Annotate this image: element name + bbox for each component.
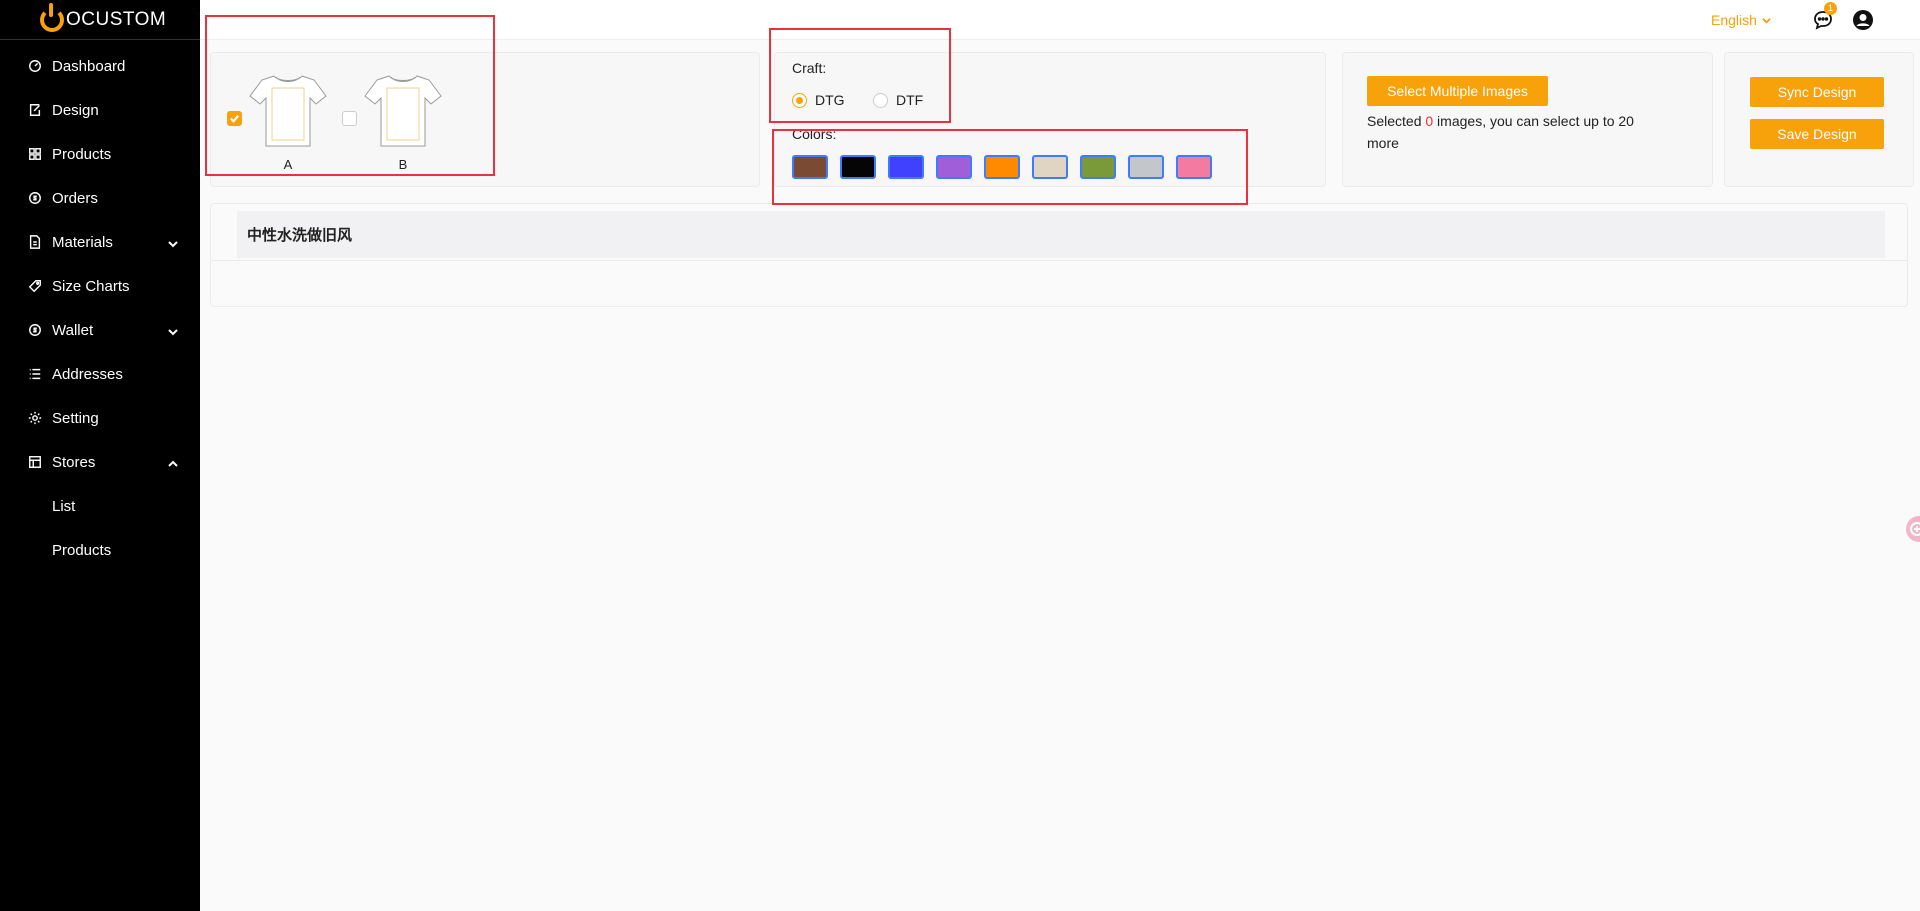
sidebar-item-setting[interactable]: Setting	[0, 396, 200, 440]
save-design-button[interactable]: Save Design	[1750, 119, 1884, 149]
gear-icon	[28, 411, 42, 425]
sidebar-item-label: Stores	[52, 453, 96, 471]
sidebar-item-addresses[interactable]: Addresses	[0, 352, 200, 396]
colors-label: Colors:	[792, 126, 837, 142]
color-swatch[interactable]	[888, 155, 924, 179]
logo[interactable]: OCUSTOM	[0, 0, 200, 40]
selected-images-text: Selected 0 images, you can select up to …	[1367, 110, 1667, 154]
sidebar-subitem-list[interactable]: List	[0, 484, 200, 528]
product-b[interactable]: B	[361, 70, 445, 172]
plus-icon	[1910, 522, 1920, 536]
tshirt-b-icon	[364, 75, 442, 147]
language-selector[interactable]: English	[1711, 12, 1771, 28]
sidebar-item-stores[interactable]: Stores	[0, 440, 200, 484]
color-swatch[interactable]	[1176, 155, 1212, 179]
list-icon	[28, 367, 42, 381]
color-swatch[interactable]	[1080, 155, 1116, 179]
notification-badge: 1	[1824, 2, 1837, 15]
craft-label: Craft:	[792, 60, 827, 76]
sidebar-item-materials[interactable]: Materials	[0, 220, 200, 264]
orders-icon	[28, 191, 42, 205]
wallet-icon	[28, 323, 42, 337]
selected-count: 0	[1425, 113, 1434, 129]
color-swatch[interactable]	[984, 155, 1020, 179]
sidebar-item-dashboard[interactable]: Dashboard	[0, 44, 200, 88]
sidebar-subitem-products[interactable]: Products	[0, 528, 200, 572]
dtg-radio[interactable]	[792, 92, 807, 108]
craft-option-dtg[interactable]: DTG	[792, 92, 845, 108]
user-avatar-icon[interactable]	[1852, 9, 1874, 31]
dtg-label: DTG	[815, 92, 845, 108]
top-header	[200, 0, 1920, 40]
sidebar-item-design[interactable]: Design	[0, 88, 200, 132]
sidebar-item-wallet[interactable]: Wallet	[0, 308, 200, 352]
chevron-down-icon[interactable]	[168, 236, 178, 248]
color-swatch[interactable]	[792, 155, 828, 179]
product-b-label: B	[398, 157, 408, 172]
section-title: 中性水洗做旧风	[237, 211, 1885, 258]
dashboard-icon	[28, 59, 42, 73]
sync-design-button[interactable]: Sync Design	[1750, 77, 1884, 107]
sidebar-item-products[interactable]: Products	[0, 132, 200, 176]
color-swatch[interactable]	[936, 155, 972, 179]
section-divider	[211, 260, 1907, 261]
sidebar-item-label: Addresses	[52, 365, 123, 383]
chevron-down-icon	[1762, 17, 1771, 24]
sidebar-item-orders[interactable]: Orders	[0, 176, 200, 220]
color-swatch[interactable]	[840, 155, 876, 179]
sidebar-item-size-charts[interactable]: Size Charts	[0, 264, 200, 308]
store-icon	[28, 455, 42, 469]
product-a-checkbox[interactable]	[227, 111, 242, 126]
chevron-down-icon[interactable]	[168, 324, 178, 336]
product-a-label: A	[283, 157, 293, 172]
design-section: 中性水洗做旧风	[210, 203, 1908, 307]
sidebar-item-label: Design	[52, 101, 99, 119]
logo-mark-icon	[40, 2, 64, 32]
materials-icon	[28, 235, 42, 249]
color-swatch[interactable]	[1128, 155, 1164, 179]
sidebar-item-label: Size Charts	[52, 277, 130, 295]
sidebar-item-label: Dashboard	[52, 57, 126, 75]
color-swatch[interactable]	[1032, 155, 1068, 179]
language-label: English	[1711, 12, 1757, 28]
sidebar: OCUSTOM Dashboard Design Products Orders…	[0, 0, 200, 911]
craft-option-dtf[interactable]: DTF	[873, 92, 923, 108]
sidebar-nav: Dashboard Design Products Orders Materia…	[0, 40, 200, 572]
dtf-label: DTF	[896, 92, 924, 108]
select-multiple-images-button[interactable]: Select Multiple Images	[1367, 76, 1548, 106]
color-swatches	[792, 155, 1224, 179]
sidebar-item-label: Materials	[52, 233, 113, 251]
logo-text: OCUSTOM	[66, 8, 167, 30]
products-icon	[28, 147, 42, 161]
sidebar-item-label: Setting	[52, 409, 99, 427]
sidebar-item-label: Orders	[52, 189, 98, 207]
dtf-radio[interactable]	[873, 92, 888, 108]
sidebar-subitem-label: List	[52, 497, 76, 515]
tag-icon	[28, 279, 42, 293]
tshirt-a-icon	[249, 75, 327, 147]
sidebar-item-label: Wallet	[52, 321, 94, 339]
design-icon	[28, 103, 42, 117]
sidebar-item-label: Products	[52, 145, 112, 163]
selected-prefix: Selected	[1367, 113, 1426, 129]
floating-add-button[interactable]	[1906, 516, 1920, 542]
chevron-up-icon[interactable]	[168, 456, 178, 467]
product-a[interactable]: A	[246, 70, 330, 172]
product-b-checkbox[interactable]	[342, 111, 357, 126]
sidebar-subitem-label: Products	[52, 541, 112, 559]
